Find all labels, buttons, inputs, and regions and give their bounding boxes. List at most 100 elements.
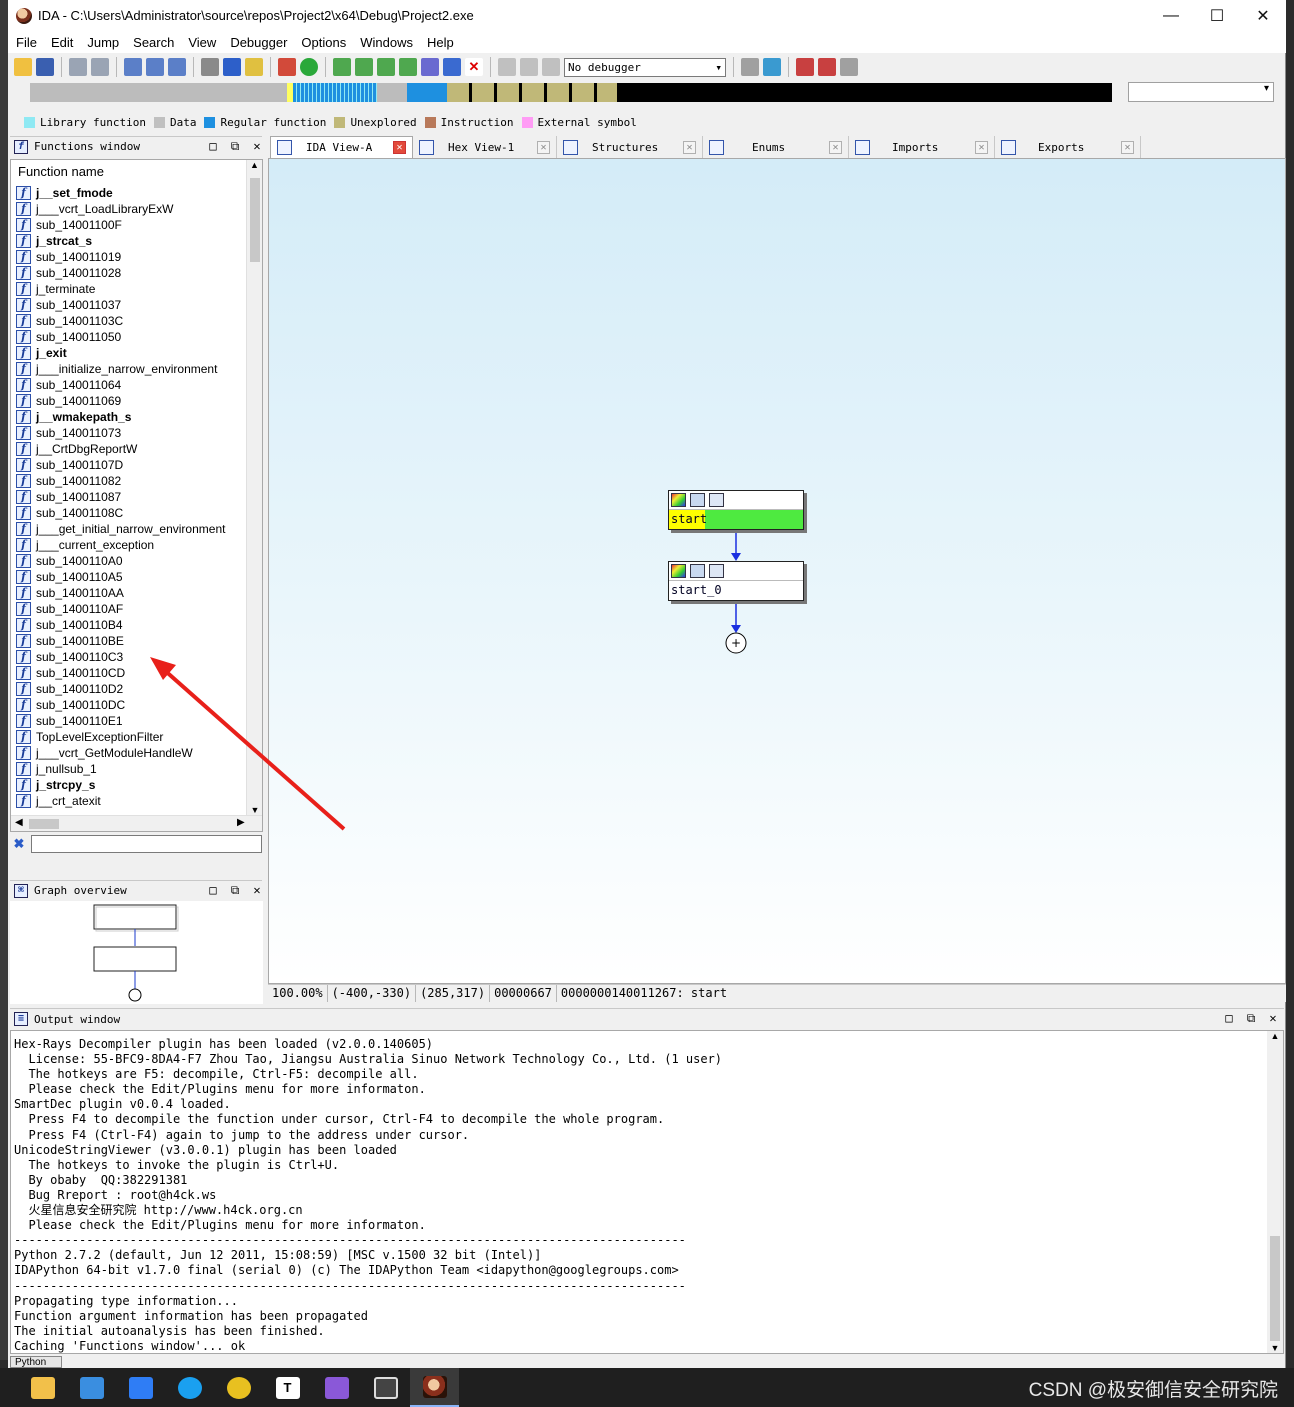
function-list-item[interactable]: f sub_140011050 [16, 329, 251, 345]
function-list-item[interactable]: f sub_140011019 [16, 249, 251, 265]
function-list-item[interactable]: f j___vcrt_GetModuleHandleW [16, 745, 251, 761]
edit-function-icon[interactable] [443, 58, 461, 76]
function-list-item[interactable]: f j_strcat_s [16, 233, 251, 249]
restore-pane-icon[interactable]: □ [206, 883, 220, 897]
function-list-item[interactable]: f j___vcrt_LoadLibraryExW [16, 201, 251, 217]
taskbar-typora[interactable]: T [263, 1368, 312, 1407]
debugger-select[interactable]: No debugger ▾ [564, 57, 726, 77]
green-circle-icon[interactable] [300, 58, 318, 76]
binoculars-icon[interactable] [124, 58, 142, 76]
scrollbar-thumb[interactable] [29, 819, 59, 829]
node-color-icon[interactable] [671, 564, 686, 578]
function-list-item[interactable]: f sub_1400110DC [16, 697, 251, 713]
close-tab-icon[interactable]: ✕ [975, 140, 988, 154]
output-window-text[interactable]: Hex-Rays Decompiler plugin has been load… [10, 1030, 1284, 1354]
stop-icon[interactable] [542, 58, 560, 76]
function-list-item[interactable]: f j_terminate [16, 281, 251, 297]
function-list-item[interactable]: f sub_1400110B4 [16, 617, 251, 633]
scrollbar-thumb[interactable] [250, 178, 260, 262]
graph-node-start[interactable]: start [668, 490, 804, 530]
scroll-down-icon[interactable]: ▼ [1267, 1343, 1283, 1353]
taskbar-file-explorer[interactable] [18, 1368, 67, 1407]
graph-overview-canvas[interactable] [10, 901, 263, 1004]
close-tab-icon[interactable]: ✕ [537, 140, 550, 154]
function-list-item[interactable]: f j__wmakepath_s [16, 409, 251, 425]
menu-file[interactable]: File [16, 35, 37, 50]
xref-icon[interactable] [421, 58, 439, 76]
maximize-button[interactable]: ☐ [1194, 0, 1240, 31]
function-list-item[interactable]: f sub_1400110BE [16, 633, 251, 649]
function-list-item[interactable]: f sub_140011064 [16, 377, 251, 393]
menu-edit[interactable]: Edit [51, 35, 73, 50]
ida-graph-view[interactable]: + start start_0 [268, 158, 1286, 984]
function-list-item[interactable]: f sub_1400110E1 [16, 713, 251, 729]
menu-windows[interactable]: Windows [360, 35, 413, 50]
scroll-up-icon[interactable]: ▲ [1267, 1031, 1283, 1041]
tab-enums[interactable]: Enums ✕ [703, 136, 849, 158]
function-list-item[interactable]: f sub_1400110A5 [16, 569, 251, 585]
function-list-item[interactable]: f sub_140011028 [16, 265, 251, 281]
node-color-icon[interactable] [671, 493, 686, 507]
function-list-item[interactable]: f j_nullsub_1 [16, 761, 251, 777]
node-group-icon[interactable] [709, 564, 724, 578]
tab-hex-view-1[interactable]: Hex View-1 ✕ [413, 136, 557, 158]
function-list-item[interactable]: f sub_140011087 [16, 489, 251, 505]
breakpoint-list-icon[interactable] [796, 58, 814, 76]
filter-input[interactable] [31, 835, 262, 853]
scroll-up-icon[interactable]: ▲ [247, 160, 262, 170]
node-rename-icon[interactable] [690, 493, 705, 507]
taskbar-feishu[interactable] [116, 1368, 165, 1407]
tab-ida-view-a[interactable]: IDA View-A ✕ [270, 136, 413, 158]
graph-node-start-0[interactable]: start_0 [668, 561, 804, 601]
add-struct-icon[interactable] [377, 58, 395, 76]
function-name-header[interactable]: Function name [18, 164, 104, 179]
python-language-button[interactable]: Python [10, 1356, 62, 1368]
float-pane-icon[interactable]: ⧉ [228, 883, 242, 897]
function-list-item[interactable]: f TopLevelExceptionFilter [16, 729, 251, 745]
nav-select[interactable]: ▾ [1128, 82, 1274, 102]
taskbar-translator[interactable] [165, 1368, 214, 1407]
function-list-item[interactable]: f sub_140011082 [16, 473, 251, 489]
function-list-item[interactable]: f sub_140011073 [16, 425, 251, 441]
taskbar-visual-studio[interactable] [312, 1368, 361, 1407]
node-rename-icon[interactable] [690, 564, 705, 578]
function-list-item[interactable]: f sub_1400110D2 [16, 681, 251, 697]
menu-help[interactable]: Help [427, 35, 454, 50]
tab-imports[interactable]: Imports ✕ [849, 136, 995, 158]
taskbar-mail[interactable] [67, 1368, 116, 1407]
functions-horizontal-scrollbar[interactable]: ◀ ▶ [11, 815, 262, 831]
navigation-band[interactable] [30, 83, 1112, 102]
function-list-item[interactable]: f sub_14001100F [16, 217, 251, 233]
function-list-item[interactable]: f sub_14001108C [16, 505, 251, 521]
save-icon[interactable] [36, 58, 54, 76]
function-list-item[interactable]: f sub_1400110AF [16, 601, 251, 617]
function-list-item[interactable]: f sub_140011037 [16, 297, 251, 313]
tab-structures[interactable]: Structures ✕ [557, 136, 703, 158]
node-group-icon[interactable] [709, 493, 724, 507]
close-tab-icon[interactable]: ✕ [683, 140, 696, 154]
function-list-item[interactable]: f j___current_exception [16, 537, 251, 553]
taskbar-ida[interactable] [410, 1368, 459, 1407]
function-list-item[interactable]: f j_strcpy_s [16, 777, 251, 793]
restore-pane-icon[interactable]: □ [206, 139, 220, 153]
search-binary-icon[interactable] [168, 58, 186, 76]
delete-icon[interactable]: ✕ [465, 58, 483, 76]
add-code-icon[interactable] [333, 58, 351, 76]
function-list-item[interactable]: f j__crt_atexit [16, 793, 251, 809]
patch-icon[interactable] [201, 58, 219, 76]
menu-view[interactable]: View [188, 35, 216, 50]
scroll-right-icon[interactable]: ▶ [237, 817, 245, 828]
function-list-item[interactable]: f sub_1400110C3 [16, 649, 251, 665]
scroll-down-icon[interactable]: ▼ [247, 805, 262, 815]
forward-icon[interactable] [91, 58, 109, 76]
back-icon[interactable] [69, 58, 87, 76]
add-func-icon[interactable] [399, 58, 417, 76]
play-icon[interactable] [498, 58, 516, 76]
add-data-icon[interactable] [355, 58, 373, 76]
restore-pane-icon[interactable]: □ [1222, 1011, 1236, 1025]
step-icon[interactable] [763, 58, 781, 76]
function-list-item[interactable]: f sub_14001107D [16, 457, 251, 473]
taskbar-browser[interactable] [214, 1368, 263, 1407]
graph-view-icon[interactable] [245, 58, 263, 76]
taskbar-tool[interactable] [361, 1368, 410, 1407]
